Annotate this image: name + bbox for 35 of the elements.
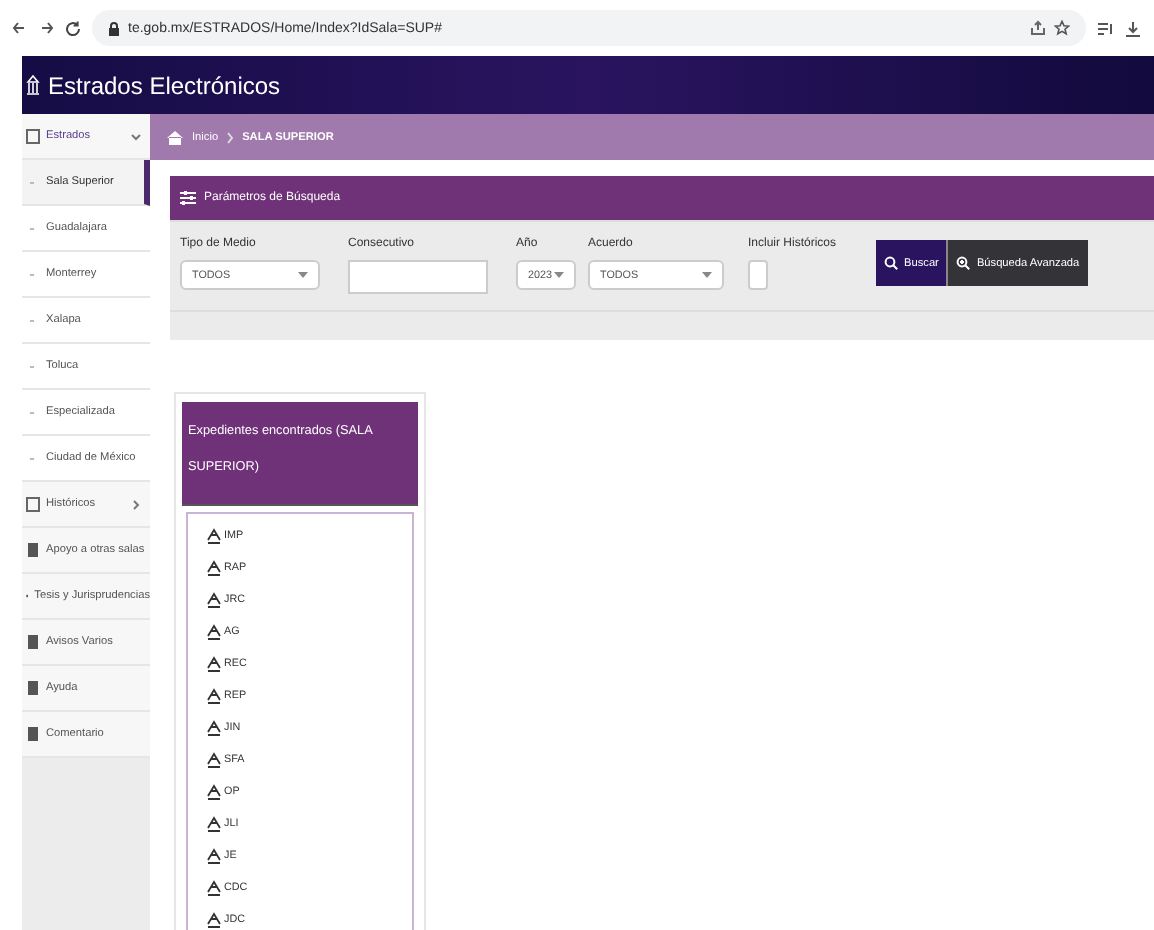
chevron-right-icon (130, 499, 142, 509)
gavel-icon (206, 912, 222, 928)
reload-icon[interactable] (64, 19, 82, 37)
home-icon (166, 129, 184, 145)
chevron-down-icon (130, 131, 142, 141)
app-title: Estrados Electrónicos (48, 71, 281, 99)
gavel-icon (206, 688, 222, 704)
sliders-icon (180, 190, 196, 206)
download-icon[interactable] (1124, 19, 1142, 37)
search-icon (884, 256, 899, 270)
share-icon[interactable] (1030, 20, 1046, 36)
lock-icon (108, 21, 120, 35)
gavel-icon (206, 880, 222, 896)
forward-icon[interactable] (38, 20, 54, 36)
gavel-icon (206, 816, 222, 832)
chevron-right-icon (226, 131, 235, 143)
gavel-icon (206, 624, 222, 640)
building-icon (26, 74, 40, 96)
gavel-icon (206, 656, 222, 672)
gavel-icon (206, 848, 222, 864)
caret-icon (298, 272, 308, 278)
checkbox[interactable] (748, 260, 768, 290)
star-icon[interactable] (1054, 20, 1070, 36)
caret-icon (702, 272, 712, 278)
input-field[interactable] (348, 260, 488, 294)
gavel-icon (206, 560, 222, 576)
gavel-icon (206, 592, 222, 608)
gavel-icon (206, 784, 222, 800)
gavel-icon (206, 752, 222, 768)
back-icon[interactable] (12, 20, 28, 36)
zoom-in-icon (956, 256, 971, 270)
gavel-icon (206, 528, 222, 544)
gavel-icon (206, 720, 222, 736)
reading-list-icon[interactable] (1096, 19, 1114, 37)
caret-icon (554, 272, 564, 278)
